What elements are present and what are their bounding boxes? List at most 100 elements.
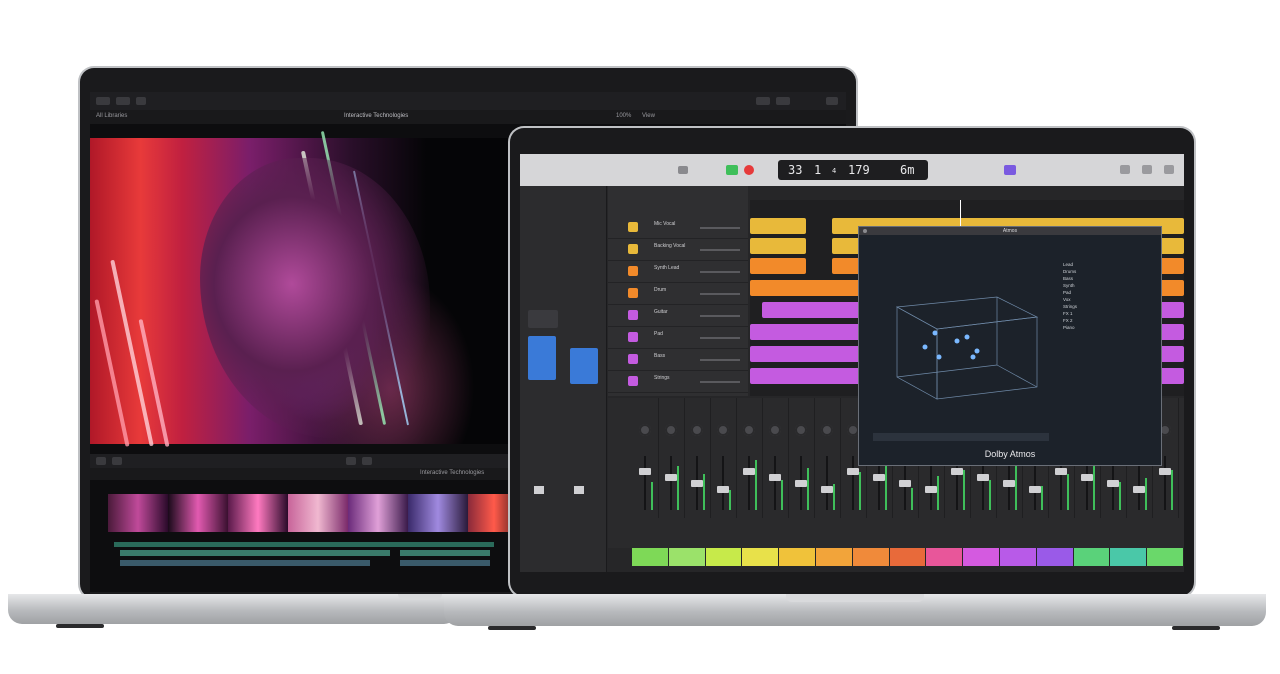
loops-button[interactable] xyxy=(1164,165,1174,174)
pan-knob[interactable] xyxy=(821,424,833,436)
channel-name-label[interactable] xyxy=(1036,548,1073,566)
volume-fader[interactable] xyxy=(665,474,677,481)
inspector-fader[interactable] xyxy=(574,486,584,494)
tool-select-button[interactable] xyxy=(96,457,106,465)
volume-fader[interactable] xyxy=(1029,486,1041,493)
atmos-object-item[interactable]: FX 2 xyxy=(1063,317,1149,324)
track-header[interactable]: Bass xyxy=(608,350,748,371)
atmos-object[interactable] xyxy=(974,348,980,354)
clip-thumbnail[interactable] xyxy=(348,494,408,532)
pan-knob[interactable] xyxy=(717,424,729,436)
volume-fader[interactable] xyxy=(1055,468,1067,475)
track-header[interactable]: Synth Lead xyxy=(608,262,748,283)
channel-name-label[interactable] xyxy=(852,548,889,566)
audio-clip[interactable] xyxy=(120,550,390,556)
atmos-object-item[interactable]: Drums xyxy=(1063,268,1149,275)
pan-knob[interactable] xyxy=(769,424,781,436)
channel-strip[interactable] xyxy=(814,398,841,518)
atmos-object-item[interactable]: Strings xyxy=(1063,303,1149,310)
browser-button[interactable] xyxy=(1142,165,1152,174)
track-header[interactable]: Guitar xyxy=(608,306,748,327)
track-volume-slider[interactable] xyxy=(700,359,740,361)
channel-strip[interactable] xyxy=(788,398,815,518)
inspector-toggle[interactable] xyxy=(776,97,790,105)
track-header[interactable]: Backing Vocal xyxy=(608,240,748,261)
list-editors-button[interactable] xyxy=(1120,165,1130,174)
channel-name-label[interactable] xyxy=(816,548,852,566)
volume-fader[interactable] xyxy=(1003,480,1015,487)
channel-name-label[interactable] xyxy=(1073,548,1110,566)
track-volume-slider[interactable] xyxy=(700,381,740,383)
channel-name-label[interactable] xyxy=(1147,548,1183,566)
channel-strip[interactable] xyxy=(762,398,789,518)
region[interactable] xyxy=(750,218,806,234)
zoom-label[interactable]: 100% xyxy=(616,113,631,119)
channel-strip[interactable] xyxy=(710,398,737,518)
atmos-object-item[interactable]: Bass xyxy=(1063,275,1149,282)
atmos-object[interactable] xyxy=(932,330,938,336)
track-volume-slider[interactable] xyxy=(700,293,740,295)
volume-fader[interactable] xyxy=(1081,474,1093,481)
atmos-object-item[interactable]: Piano xyxy=(1063,324,1149,331)
channel-strip[interactable] xyxy=(658,398,685,518)
inspector-blue-slot[interactable] xyxy=(570,348,598,384)
volume-fader[interactable] xyxy=(691,480,703,487)
pan-knob[interactable] xyxy=(795,424,807,436)
play-button[interactable] xyxy=(726,165,738,175)
cycle-button[interactable] xyxy=(1004,165,1016,175)
filmstrip[interactable] xyxy=(108,494,520,532)
record-button[interactable] xyxy=(744,165,754,175)
video-viewer[interactable] xyxy=(90,130,510,447)
clip-thumbnail[interactable] xyxy=(228,494,288,532)
track-header[interactable]: Mic Vocal xyxy=(608,218,748,239)
audio-clip[interactable] xyxy=(400,550,490,556)
channel-strip[interactable] xyxy=(632,398,659,518)
atmos-object-item[interactable]: FX 1 xyxy=(1063,310,1149,317)
region[interactable] xyxy=(750,238,806,254)
inspector-button[interactable] xyxy=(528,310,558,328)
channel-name-label[interactable] xyxy=(705,548,742,566)
volume-fader[interactable] xyxy=(1133,486,1145,493)
atmos-object[interactable] xyxy=(970,354,976,360)
library-label[interactable]: All Libraries xyxy=(96,113,127,119)
atmos-object-item[interactable]: Synth xyxy=(1063,282,1149,289)
volume-fader[interactable] xyxy=(795,480,807,487)
audio-clip[interactable] xyxy=(400,560,490,566)
volume-fader[interactable] xyxy=(951,468,963,475)
volume-fader[interactable] xyxy=(1107,480,1119,487)
atmos-object-item[interactable]: Lead xyxy=(1063,261,1149,268)
channel-name-label[interactable] xyxy=(742,548,779,566)
audio-skim-button[interactable] xyxy=(362,457,372,465)
inspector-blue-slot[interactable] xyxy=(528,336,556,380)
atmos-object[interactable] xyxy=(964,334,970,340)
lcd-display[interactable]: 33 1 4 179 6m xyxy=(778,160,928,180)
volume-fader[interactable] xyxy=(977,474,989,481)
atmos-room-cube[interactable] xyxy=(877,277,1047,417)
track-volume-slider[interactable] xyxy=(700,249,740,251)
atmos-object[interactable] xyxy=(936,354,942,360)
volume-fader[interactable] xyxy=(717,486,729,493)
snap-button[interactable] xyxy=(346,457,356,465)
channel-name-label[interactable] xyxy=(779,548,815,566)
atmos-object[interactable] xyxy=(954,338,960,344)
track-volume-slider[interactable] xyxy=(700,271,740,273)
view-menu[interactable]: View xyxy=(642,113,655,119)
inspector-fader[interactable] xyxy=(534,486,544,494)
pan-knob[interactable] xyxy=(691,424,703,436)
channel-name-label[interactable] xyxy=(1110,548,1147,566)
channel-strip[interactable] xyxy=(736,398,763,518)
clip-thumbnail[interactable] xyxy=(168,494,228,532)
background-tasks-button[interactable] xyxy=(136,97,146,105)
volume-fader[interactable] xyxy=(847,468,859,475)
track-header[interactable]: Pad xyxy=(608,328,748,349)
track-volume-slider[interactable] xyxy=(700,315,740,317)
audio-lane[interactable] xyxy=(114,542,494,547)
volume-fader[interactable] xyxy=(899,480,911,487)
volume-fader[interactable] xyxy=(769,474,781,481)
channel-name-label[interactable] xyxy=(632,548,668,566)
pan-knob[interactable] xyxy=(665,424,677,436)
atmos-object-item[interactable]: Pad xyxy=(1063,289,1149,296)
clip-thumbnail[interactable] xyxy=(108,494,168,532)
keyword-button[interactable] xyxy=(116,97,130,105)
track-header[interactable]: Strings xyxy=(608,372,748,393)
